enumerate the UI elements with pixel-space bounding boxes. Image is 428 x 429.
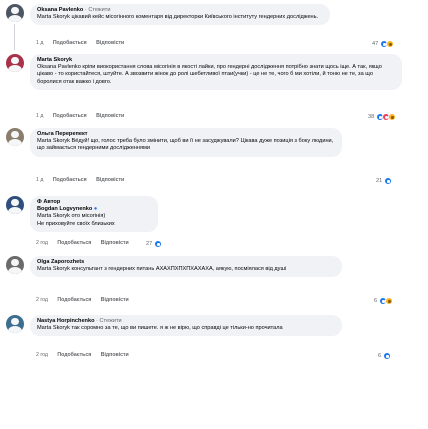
avatar[interactable] bbox=[6, 4, 24, 22]
comment-bubble: Marta Skoryk Oksana Pavlenko кріпи виоко… bbox=[30, 54, 402, 91]
comment-time[interactable]: 2 год bbox=[36, 297, 48, 303]
reply-button[interactable]: Відповісти bbox=[96, 177, 124, 183]
avatar[interactable] bbox=[6, 315, 24, 333]
comment-author[interactable]: Olga Zaporozhets bbox=[37, 259, 335, 266]
comment-time[interactable]: 1 д bbox=[36, 177, 43, 183]
reactions[interactable]: 27 bbox=[146, 240, 163, 248]
comment-meta: 1 д Подобається Відповісти bbox=[36, 40, 132, 47]
reaction-count: 38 bbox=[368, 114, 375, 120]
avatar[interactable] bbox=[6, 256, 24, 274]
comment-bubble: Nastya Horpinchenko · Стежити Marta Skor… bbox=[30, 315, 342, 337]
like-button[interactable]: Подобається bbox=[53, 177, 87, 183]
avatar[interactable] bbox=[6, 128, 24, 146]
comment-bubble: Oksana Pavlenko · Стежити Marta Skoryk ц… bbox=[30, 4, 330, 26]
comment-meta: 2 год Подобається Відповісти bbox=[36, 240, 137, 247]
comment-text: Marta Skoryk так соромно за те, що ви пи… bbox=[37, 325, 283, 331]
reactions[interactable]: 47 bbox=[372, 40, 395, 48]
reply-button[interactable]: Відповісти bbox=[96, 113, 124, 119]
comment-text: Marta Skoryk ото місогінія) bbox=[37, 213, 106, 220]
comment-author[interactable]: Nastya Horpinchenko · Стежити bbox=[37, 318, 335, 325]
reactions[interactable]: 21 bbox=[376, 177, 393, 185]
reaction-count: 6 bbox=[378, 353, 382, 359]
care-icon bbox=[386, 40, 395, 48]
comment-text: Не приховуйте своїх близьких bbox=[37, 220, 115, 227]
reaction-count: 6 bbox=[374, 298, 378, 304]
comment-text: Oksana Pavlenko кріпи виокористання слов… bbox=[37, 64, 382, 85]
care-icon bbox=[388, 113, 397, 121]
like-icon bbox=[154, 240, 163, 248]
comment-time[interactable]: 2 год bbox=[36, 240, 48, 246]
comment-meta: 1 д Подобається Відповісти bbox=[36, 177, 132, 184]
reaction-count: 47 bbox=[372, 41, 379, 47]
like-button[interactable]: Подобається bbox=[57, 240, 91, 246]
reactions[interactable]: 6 bbox=[374, 297, 394, 305]
reply-button[interactable]: Відповісти bbox=[101, 240, 129, 246]
like-icon bbox=[383, 352, 392, 360]
reaction-count: 27 bbox=[146, 241, 153, 247]
avatar[interactable] bbox=[6, 196, 24, 214]
reply-button[interactable]: Відповісти bbox=[101, 297, 129, 303]
like-button[interactable]: Подобається bbox=[57, 297, 91, 303]
reaction-count: 21 bbox=[376, 178, 383, 184]
like-icon bbox=[384, 177, 393, 185]
like-button[interactable]: Подобається bbox=[53, 113, 87, 119]
comment-author[interactable]: Ольга Перерепект bbox=[37, 131, 335, 138]
comment-author[interactable]: Oksana Pavlenko · Стежити bbox=[37, 7, 323, 14]
follow-link[interactable]: · Стежити bbox=[96, 318, 122, 324]
comment-time[interactable]: 1 д bbox=[36, 40, 43, 46]
reply-button[interactable]: Відповісти bbox=[96, 40, 124, 46]
comment-text: Marta Skoryk цікавий кейс місогінного ко… bbox=[37, 14, 319, 20]
comment-text: Marta Skoryk Вёдуй! що, голос треба було… bbox=[37, 138, 334, 152]
comment-time[interactable]: 1 д bbox=[36, 113, 43, 119]
comment-author[interactable]: Marta Skoryk bbox=[37, 57, 395, 64]
reactions[interactable]: 6 bbox=[378, 352, 392, 360]
comment-author[interactable]: Ф Автор bbox=[37, 199, 151, 206]
like-button[interactable]: Подобається bbox=[53, 40, 87, 46]
comment-text: Marta Skoryk консультант з гендерних пит… bbox=[37, 266, 287, 272]
comment-meta: 1 д Подобається Відповісти bbox=[36, 113, 132, 120]
comment-time[interactable]: 2 год bbox=[36, 352, 48, 358]
comment-meta: 2 год Подобається Відповісти bbox=[36, 297, 137, 304]
reply-button[interactable]: Відповісти bbox=[101, 352, 129, 358]
like-button[interactable]: Подобається bbox=[57, 352, 91, 358]
comment-mention-line: Bogdan Logvynenko ● bbox=[37, 206, 98, 212]
care-icon bbox=[385, 297, 394, 305]
follow-link[interactable]: · Стежити bbox=[85, 7, 111, 13]
comment-bubble: Olga Zaporozhets Marta Skoryk консультан… bbox=[30, 256, 342, 278]
reactions[interactable]: 38 bbox=[368, 113, 397, 121]
avatar[interactable] bbox=[6, 54, 24, 72]
thread-line bbox=[14, 24, 15, 50]
comment-meta: 2 год Подобається Відповісти bbox=[36, 352, 137, 359]
comment-bubble: Ольга Перерепект Marta Skoryk Вёдуй! що,… bbox=[30, 128, 342, 157]
comment-bubble: Ф Автор Bogdan Logvynenko ● Marta Skoryk… bbox=[30, 196, 158, 233]
